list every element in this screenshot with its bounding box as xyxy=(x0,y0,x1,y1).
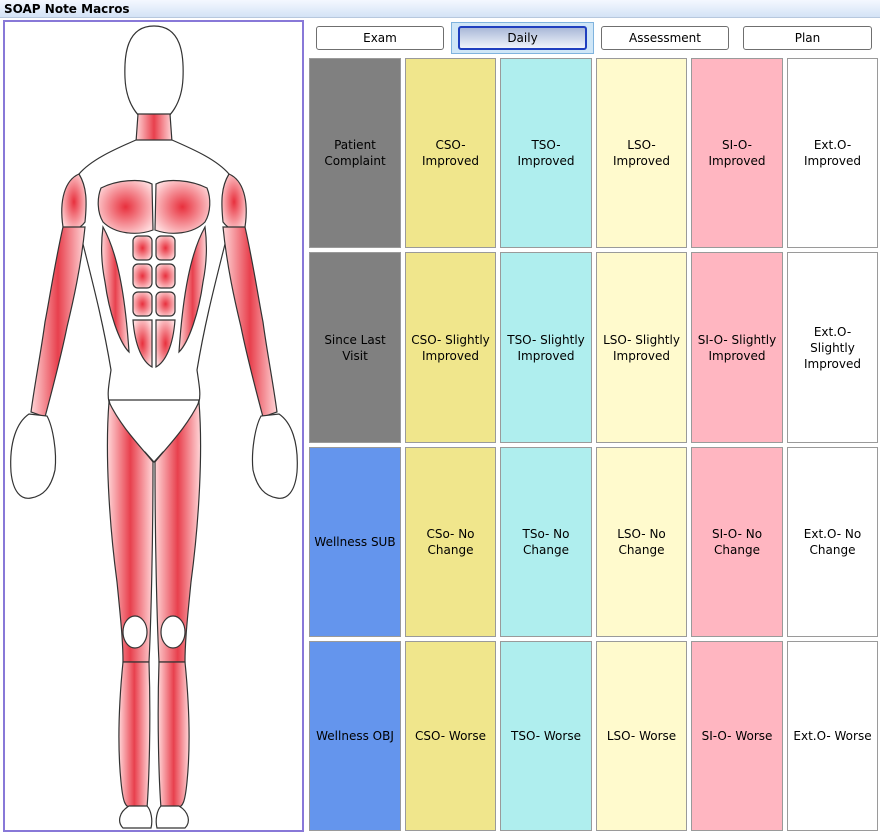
macro-button[interactable]: CSO- Worse xyxy=(405,641,496,831)
macro-button[interactable]: Ext.O- Slightly Improved xyxy=(787,252,878,443)
macro-button[interactable]: LSO- Worse xyxy=(596,641,687,831)
row-header-wellness-obj[interactable]: Wellness OBJ xyxy=(309,641,401,831)
row-header-patient-complaint[interactable]: Patient Complaint xyxy=(309,58,401,248)
macro-button[interactable]: Ext.O- No Change xyxy=(787,447,878,637)
human-anatomy-muscle-figure-icon xyxy=(10,25,298,829)
macro-button[interactable]: TSO- Slightly Improved xyxy=(500,252,592,443)
macro-button[interactable]: SI-O- No Change xyxy=(691,447,783,637)
macro-button[interactable]: CSo- No Change xyxy=(405,447,496,637)
macro-button[interactable]: TSO- Worse xyxy=(500,641,592,831)
tab-assessment[interactable]: Assessment xyxy=(601,26,729,50)
macro-button[interactable]: CSO- Slightly Improved xyxy=(405,252,496,443)
macro-button[interactable]: CSO- Improved xyxy=(405,58,496,248)
anatomy-panel xyxy=(3,20,304,832)
tab-daily[interactable]: Daily xyxy=(458,26,587,50)
tab-plan[interactable]: Plan xyxy=(743,26,872,50)
row-header-since-last-visit[interactable]: Since Last Visit xyxy=(309,252,401,443)
macro-button[interactable]: Ext.O- Worse xyxy=(787,641,878,831)
row-header-wellness-sub[interactable]: Wellness SUB xyxy=(309,447,401,637)
macro-button[interactable]: Ext.O- Improved xyxy=(787,58,878,248)
macro-button[interactable]: SI-O- Improved xyxy=(691,58,783,248)
macro-button[interactable]: LSO- Improved xyxy=(596,58,687,248)
tab-exam[interactable]: Exam xyxy=(316,26,444,50)
window-title: SOAP Note Macros xyxy=(0,0,880,18)
macro-button[interactable]: LSO- No Change xyxy=(596,447,687,637)
macro-button[interactable]: LSO- Slightly Improved xyxy=(596,252,687,443)
macro-button[interactable]: TSO- Improved xyxy=(500,58,592,248)
macro-button[interactable]: SI-O- Worse xyxy=(691,641,783,831)
macro-button[interactable]: TSo- No Change xyxy=(500,447,592,637)
macro-button[interactable]: SI-O- Slightly Improved xyxy=(691,252,783,443)
